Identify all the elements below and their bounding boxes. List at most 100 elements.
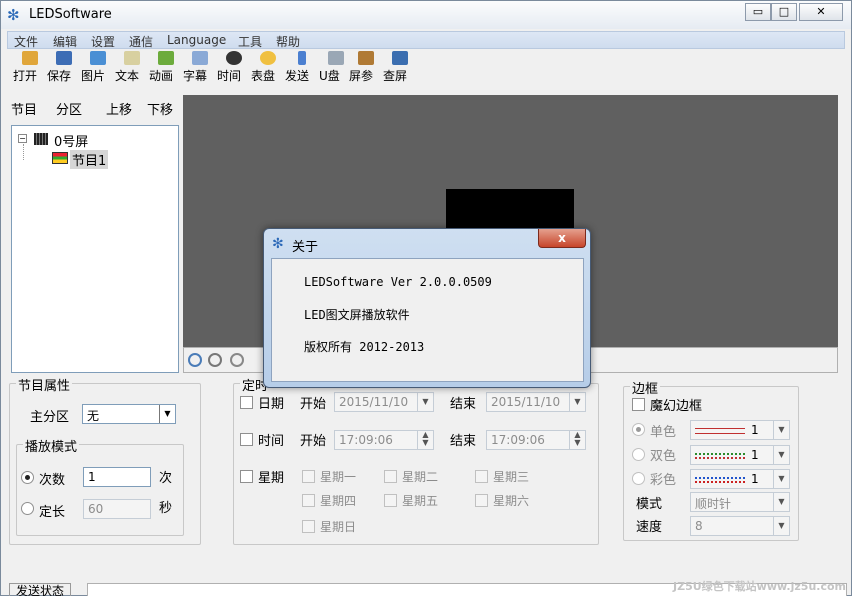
screen-grid-icon (34, 133, 48, 145)
double-color-select[interactable]: 1 ▼ (690, 445, 790, 465)
main-window: ✻ LEDSoftware ▭ □ ✕ 文件 编辑 设置 通信 Language… (0, 0, 852, 596)
dialog-close-button[interactable]: x (538, 229, 586, 248)
tuesday-checkbox[interactable] (384, 470, 397, 483)
subtitle-icon (192, 51, 208, 65)
program-icon (52, 152, 68, 164)
send-icon (298, 51, 306, 65)
monday-checkbox[interactable] (302, 470, 315, 483)
time-start-spinner[interactable]: 17:09:06 ▲ ▼ (334, 430, 434, 450)
text-label: 文本 (115, 69, 140, 83)
save-label: 保存 (47, 69, 72, 83)
time-end-spinner[interactable]: 17:09:06 ▲ ▼ (486, 430, 586, 450)
dial-icon (260, 51, 276, 65)
collapse-toggle[interactable]: − (18, 134, 27, 143)
date-start-value: 2015/11/10 (339, 395, 409, 409)
tab-program[interactable]: 节目 (11, 99, 37, 118)
timing-group: 定时 日期 开始 2015/11/10 ▼ 结束 2015/11/10 ▼ 时间 开… (233, 375, 599, 545)
friday-checkbox[interactable] (384, 494, 397, 507)
multi-color-select[interactable]: 1 ▼ (690, 469, 790, 489)
date-label: 日期 (258, 397, 285, 412)
wednesday-checkbox[interactable] (475, 470, 488, 483)
date-checkbox[interactable] (240, 396, 253, 409)
chevron-down-icon: ▼ (773, 421, 789, 439)
week-label: 星期 (258, 471, 285, 486)
single-color-value: 1 (751, 423, 759, 437)
duration-input[interactable]: 60 (83, 499, 151, 519)
text-button[interactable]: 文本 (115, 49, 149, 89)
multi-color-value: 1 (751, 472, 759, 486)
menu-edit[interactable]: 编辑 (53, 33, 77, 50)
dialog-body: LEDSoftware Ver 2.0.0.0509 LED图文屏播放软件 版权… (271, 258, 584, 382)
dial-button[interactable]: 表盘 (251, 49, 285, 89)
week-checkbox[interactable] (240, 470, 253, 483)
date-start-picker[interactable]: 2015/11/10 ▼ (334, 392, 434, 412)
saturday-checkbox[interactable] (475, 494, 488, 507)
menu-tools[interactable]: 工具 (238, 33, 262, 50)
time-end-value: 17:09:06 (491, 433, 545, 447)
saturday-label: 星期六 (493, 494, 530, 508)
chevron-down-icon: ▼ (773, 470, 789, 488)
speed-value: 8 (695, 519, 703, 533)
subtitle-label: 字幕 (183, 69, 208, 83)
count-radio[interactable] (21, 471, 34, 484)
find-screen-button[interactable]: 查屏 (383, 49, 417, 89)
save-disk-icon (56, 51, 72, 65)
sunday-checkbox[interactable] (302, 520, 315, 533)
double-color-label: 双色 (650, 449, 677, 464)
tuesday-label: 星期二 (402, 470, 439, 484)
tab-move-up[interactable]: 上移 (106, 99, 132, 118)
menu-communication[interactable]: 通信 (129, 33, 153, 50)
find-screen-icon (392, 51, 408, 65)
time-button[interactable]: 时间 (217, 49, 251, 89)
double-color-radio[interactable] (632, 448, 645, 461)
zoom-out-icon[interactable] (208, 353, 222, 367)
send-label: 发送 (285, 69, 310, 83)
menu-settings[interactable]: 设置 (91, 33, 115, 50)
duration-label: 定长 (39, 505, 66, 520)
fancy-border-checkbox[interactable] (632, 398, 645, 411)
main-area-select[interactable]: 无 ▼ (82, 404, 176, 424)
duration-radio[interactable] (21, 502, 34, 515)
dialog-title: 关于 (292, 240, 319, 255)
picture-button[interactable]: 图片 (81, 49, 115, 89)
chevron-down-icon: ▼ (417, 393, 433, 411)
tab-move-down[interactable]: 下移 (147, 99, 173, 118)
open-folder-icon (22, 51, 38, 65)
mode-select[interactable]: 顺时针 ▼ (690, 492, 790, 512)
tree-program-node[interactable]: 节目1 (70, 150, 109, 169)
tree-screen-node[interactable]: 0号屏 (54, 131, 88, 150)
multi-line-preview (695, 477, 745, 483)
single-line-preview (695, 428, 745, 434)
open-label: 打开 (13, 69, 38, 83)
date-end-picker[interactable]: 2015/11/10 ▼ (486, 392, 586, 412)
thursday-checkbox[interactable] (302, 494, 315, 507)
open-button[interactable]: 打开 (13, 49, 47, 89)
send-button[interactable]: 发送 (285, 49, 319, 89)
subtitle-button[interactable]: 字幕 (183, 49, 217, 89)
mode-label: 模式 (636, 497, 663, 512)
tab-area[interactable]: 分区 (56, 99, 82, 118)
zoom-in-icon[interactable] (188, 353, 202, 367)
count-input[interactable]: 1 (83, 467, 151, 487)
program-properties-title: 节目属性 (16, 375, 73, 394)
close-button[interactable]: ✕ (799, 3, 843, 21)
animation-button[interactable]: 动画 (149, 49, 183, 89)
app-gear-icon: ✻ (7, 6, 20, 24)
single-color-radio[interactable] (632, 423, 645, 436)
usb-button[interactable]: U盘 (319, 49, 353, 89)
send-status-tab[interactable]: 发送状态 (9, 583, 72, 596)
menu-help[interactable]: 帮助 (276, 33, 300, 50)
usb-label: U盘 (319, 69, 340, 83)
menu-file[interactable]: 文件 (14, 33, 38, 50)
speed-select[interactable]: 8 ▼ (690, 516, 790, 536)
screen-params-button[interactable]: 屏参 (349, 49, 383, 89)
spinner-arrows-icon: ▲ ▼ (417, 431, 433, 449)
multi-color-radio[interactable] (632, 472, 645, 485)
time-checkbox[interactable] (240, 433, 253, 446)
menu-language[interactable]: Language (167, 33, 226, 47)
single-color-select[interactable]: 1 ▼ (690, 420, 790, 440)
save-button[interactable]: 保存 (47, 49, 81, 89)
maximize-button[interactable]: □ (771, 3, 797, 21)
zoom-reset-icon[interactable] (230, 353, 244, 367)
minimize-button[interactable]: ▭ (745, 3, 771, 21)
